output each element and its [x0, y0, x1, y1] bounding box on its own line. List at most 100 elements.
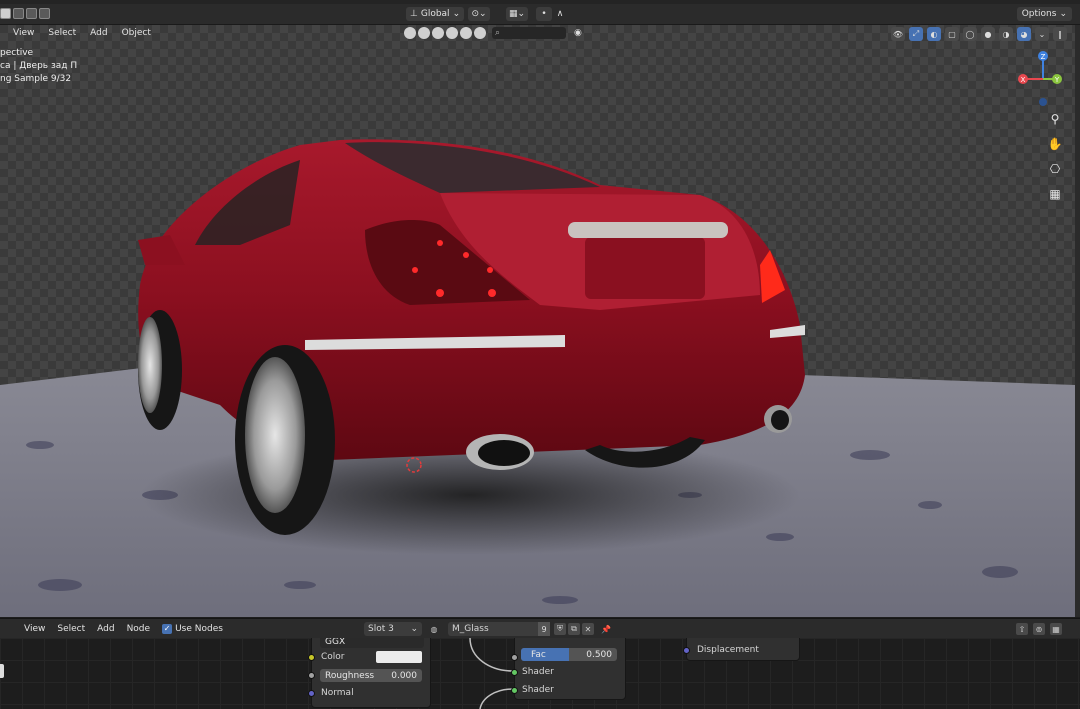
pivot-point-dropdown[interactable]: ⊙⌄ — [468, 7, 490, 21]
snap-node-icon[interactable]: ⊚ — [1033, 623, 1045, 635]
viewport-shading-tools: 👁 ⤢ ◐ ▢ ◯ ● ◑ ◕ ⌄ ‖ — [891, 25, 1067, 43]
material-output-node[interactable]: Displacement — [683, 638, 800, 661]
chevron-down-icon: ⌄ — [410, 624, 418, 634]
chevron-down-icon: ⌄ — [452, 9, 461, 19]
selection-mode-buttons — [0, 8, 50, 19]
shader-1-label: Shader — [522, 667, 554, 677]
color-input-socket[interactable] — [308, 654, 315, 661]
fac-label: Fac — [531, 649, 546, 660]
license-plate-recess — [585, 237, 705, 299]
material-users-count[interactable]: 9 — [538, 622, 550, 636]
top-strip — [0, 0, 1080, 4]
front-left-rim — [138, 317, 162, 413]
select-invert-icon[interactable] — [39, 8, 50, 19]
active-object-text: ca | Дверь зад П — [0, 61, 78, 71]
left-exhaust-inner — [478, 440, 530, 466]
gizmo-x-label: X — [1021, 76, 1026, 84]
overlay-toggle-icon[interactable]: ◐ — [927, 27, 941, 41]
normal-input-socket[interactable] — [308, 690, 315, 697]
fac-slider[interactable]: Fac 0.500 — [521, 648, 617, 661]
distribution-dropdown[interactable]: GGX — [320, 638, 424, 648]
bsdf-node[interactable]: GGX Color Roughness 0.000 Normal — [308, 638, 431, 708]
select-subtract-icon[interactable] — [26, 8, 37, 19]
material-shading-icon[interactable]: ◑ — [999, 27, 1013, 41]
roughness-slider[interactable]: Roughness 0.000 — [320, 669, 422, 682]
node-menu-view[interactable]: View — [24, 624, 45, 634]
color-swatch[interactable] — [376, 651, 422, 663]
menu-object[interactable]: Object — [122, 28, 151, 38]
material-name-field[interactable]: M_Glass — [448, 622, 550, 636]
material-browse-icon[interactable]: ◍ — [428, 623, 440, 635]
material-name: M_Glass — [452, 624, 489, 634]
displacement-label: Displacement — [697, 645, 759, 655]
unlink-material-icon[interactable]: ✕ — [582, 623, 594, 635]
fac-value: 0.500 — [586, 649, 612, 660]
falloff-dropdown[interactable]: ∧ — [552, 7, 568, 21]
shading-material-icon[interactable] — [432, 27, 444, 39]
transform-orientation-label: Global — [420, 9, 450, 19]
render-sample-text: ng Sample 9/32 — [0, 74, 72, 84]
slot-label: Slot 3 — [368, 624, 394, 634]
search-input[interactable]: ⌕ — [492, 27, 566, 39]
color-label: Color — [321, 652, 345, 662]
displacement-input-socket[interactable] — [683, 647, 690, 654]
node-editor-menu: View Select Add Node ✓ Use Nodes — [0, 623, 223, 634]
pause-render-icon[interactable]: ‖ — [1053, 27, 1067, 41]
roughness-input-socket[interactable] — [308, 672, 315, 679]
view-type-text: pective — [0, 48, 34, 58]
parent-node-tree-icon[interactable]: ⇧ — [1016, 623, 1028, 635]
world-icon[interactable] — [474, 27, 486, 39]
transform-orientation-dropdown[interactable]: ⊥ Global ⌄ — [406, 7, 465, 21]
shader-2-label: Shader — [522, 685, 554, 695]
gizmo-toggle-icon[interactable]: ⤢ — [909, 27, 923, 41]
roughness-value: 0.000 — [391, 670, 417, 681]
options-dropdown[interactable]: Options ⌄ — [1016, 7, 1072, 21]
node-editor-canvas[interactable]: GGX Color Roughness 0.000 Normal Fac 0.5… — [0, 638, 1080, 709]
proportional-edit-toggle[interactable]: • — [536, 7, 552, 21]
shader-input-socket-2[interactable] — [511, 687, 518, 694]
snap-dropdown[interactable]: ▦⌄ — [506, 7, 528, 21]
select-new-icon[interactable] — [0, 8, 11, 19]
perspective-grid-icon[interactable]: ▦ — [1047, 186, 1063, 202]
node-menu-node[interactable]: Node — [127, 624, 151, 634]
node-menu-select[interactable]: Select — [57, 624, 85, 634]
orientation-icon: ⊥ — [410, 9, 418, 19]
camera-view-icon[interactable]: ⎔ — [1047, 161, 1063, 177]
select-extend-icon[interactable] — [13, 8, 24, 19]
zoom-icon[interactable]: ⚲ — [1047, 111, 1063, 127]
render-pass-icon[interactable] — [404, 27, 416, 39]
material-slot-dropdown[interactable]: Slot 3 ⌄ — [364, 622, 422, 636]
pan-hand-icon[interactable]: ✋ — [1047, 136, 1063, 152]
snap-target-icon[interactable]: ▦ — [1050, 623, 1062, 635]
light-icon[interactable] — [460, 27, 472, 39]
visibility-icon[interactable]: 👁 — [891, 27, 905, 41]
xray-icon[interactable]: ▢ — [945, 27, 959, 41]
viewport-menu: View Select Add Object — [0, 25, 151, 41]
shading-render-icon[interactable] — [446, 27, 458, 39]
mix-shader-node[interactable]: Fac 0.500 Shader Shader — [511, 638, 626, 700]
menu-add[interactable]: Add — [90, 28, 107, 38]
node-menu-add[interactable]: Add — [97, 624, 114, 634]
shader-input-socket-1[interactable] — [511, 669, 518, 676]
falloff-icon: ∧ — [556, 9, 564, 19]
shading-options-icon[interactable]: ⌄ — [1035, 27, 1049, 41]
shading-solid-icon[interactable] — [418, 27, 430, 39]
eye-icon[interactable]: ◉ — [574, 28, 582, 38]
rendered-scene — [0, 139, 1075, 617]
proportional-icon: • — [541, 9, 547, 19]
use-nodes-checkbox[interactable]: ✓ Use Nodes — [162, 623, 223, 634]
fac-input-socket[interactable] — [511, 654, 518, 661]
menu-view[interactable]: View — [13, 28, 34, 38]
rendered-shading-icon[interactable]: ◕ — [1017, 27, 1031, 41]
normal-label: Normal — [321, 688, 354, 698]
wireframe-shading-icon[interactable]: ◯ — [963, 27, 977, 41]
navigation-gizmo[interactable]: Z X Y — [1005, 47, 1075, 111]
duplicate-material-icon[interactable]: ⧉ — [568, 623, 580, 635]
solid-shading-icon[interactable]: ● — [981, 27, 995, 41]
3d-viewport[interactable]: View Select Add Object ⌕ ◉ pective ca | … — [0, 25, 1075, 617]
pin-icon[interactable]: 📌 — [600, 623, 612, 635]
menu-select[interactable]: Select — [48, 28, 76, 38]
navigation-controls: ⚲ ✋ ⎔ ▦ — [1047, 111, 1063, 202]
shader-link-1 — [469, 638, 514, 672]
fake-user-shield-icon[interactable]: ⛨ — [554, 623, 566, 635]
